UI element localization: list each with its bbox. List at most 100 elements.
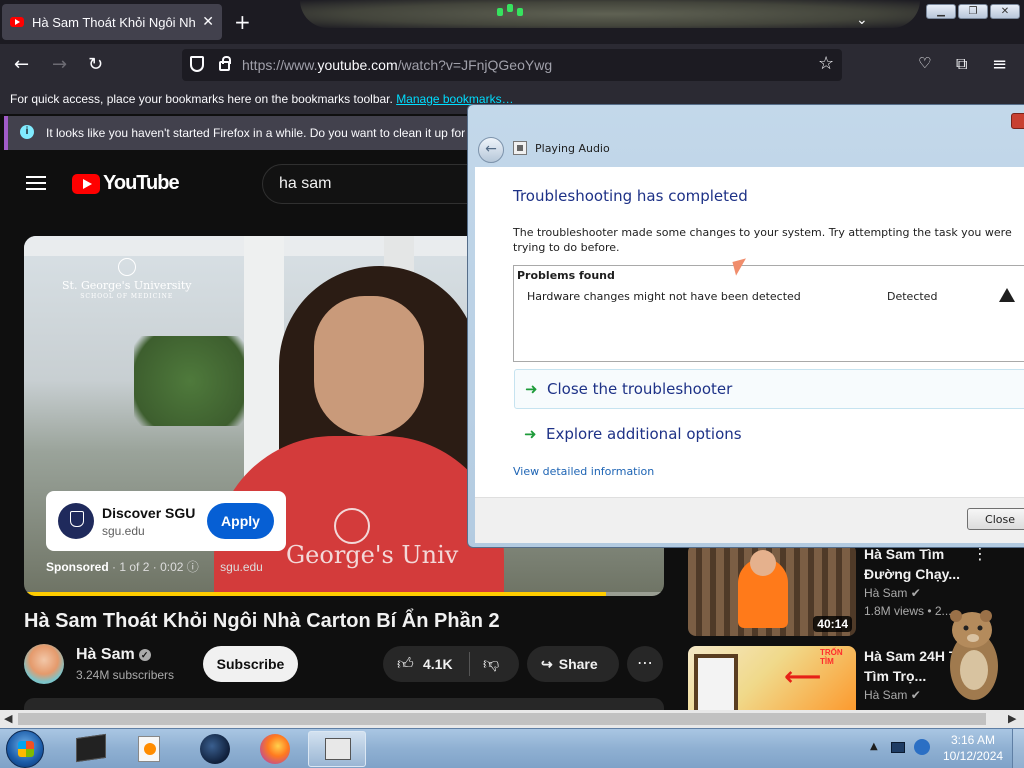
lock-icon[interactable] xyxy=(219,56,231,71)
back-arrow-icon[interactable]: ← xyxy=(14,54,29,75)
green-arrow-icon: ➜ xyxy=(525,380,538,398)
ad-title[interactable]: Discover SGU xyxy=(102,505,195,521)
taskbar-troubleshooter-icon[interactable] xyxy=(308,731,366,767)
troubleshooter-dialog: ← Playing Audio Troubleshooting has comp… xyxy=(467,104,1024,548)
warning-icon xyxy=(999,288,1015,302)
thumbnail-face xyxy=(750,550,776,576)
shirt-text: George's Univ xyxy=(286,541,459,569)
video-presenter-face xyxy=(314,296,424,436)
app-menu-icon[interactable]: ≡ xyxy=(992,54,1007,75)
clock-date[interactable]: 10/12/2024 xyxy=(943,749,1003,763)
sgu-logo-subtitle: SCHOOL OF MEDICINE xyxy=(80,293,174,300)
forward-arrow-icon[interactable]: → xyxy=(52,54,67,75)
close-troubleshooter-link[interactable]: ➜ Close the troubleshooter xyxy=(514,369,1024,409)
youtube-logo-icon[interactable] xyxy=(72,174,100,194)
subscribe-button[interactable]: Subscribe xyxy=(203,646,298,682)
reload-icon[interactable]: ↻ xyxy=(88,54,103,75)
ad-apply-button[interactable]: Apply xyxy=(207,503,274,539)
clock-time[interactable]: 3:16 AM xyxy=(951,733,995,747)
recommendation-thumbnail[interactable]: 40:14 xyxy=(688,544,856,636)
view-details-link[interactable]: View detailed information xyxy=(513,465,654,478)
video-duration: 40:14 xyxy=(813,616,852,632)
browser-tab-bar: Hà Sam Thoát Khỏi Ngôi Nhà C ✕ + ⌄ ▁ ❐ ✕ xyxy=(0,0,1024,44)
problems-found-title: Problems found xyxy=(517,269,615,282)
horizontal-scrollbar[interactable]: ◀ ▶ xyxy=(0,710,1024,728)
ad-card[interactable]: Discover SGU sgu.edu Apply xyxy=(46,491,286,551)
ad-url: sgu.edu xyxy=(102,524,145,538)
taskbar-firefox-icon[interactable] xyxy=(252,733,304,765)
verified-check-icon: ✔ xyxy=(910,586,921,600)
verified-check-icon: ✔ xyxy=(910,688,921,702)
info-icon: i xyxy=(20,125,34,139)
scroll-right-icon[interactable]: ▶ xyxy=(1008,712,1016,725)
volume-tray-icon[interactable] xyxy=(914,739,930,755)
sgu-logo: St. George's University SCHOOL OF MEDICI… xyxy=(62,258,192,302)
thumbs-down-icon[interactable]: 👎︎ xyxy=(483,654,499,674)
scrollbar-thumb[interactable] xyxy=(18,713,986,725)
like-count[interactable]: 4.1K xyxy=(423,656,453,672)
wallpaper-glow-icon xyxy=(497,4,527,18)
new-tab-button[interactable]: + xyxy=(234,10,251,34)
start-button[interactable] xyxy=(6,730,44,768)
taskbar: ▲ 3:16 AM 10/12/2024 xyxy=(0,728,1024,768)
ad-progress-bar[interactable] xyxy=(24,592,664,596)
dialog-footer: Close xyxy=(475,497,1024,543)
desktop-wallpaper-strip xyxy=(300,0,920,28)
list-all-tabs-icon[interactable]: ⌄ xyxy=(856,12,868,28)
thumbs-up-icon[interactable]: 👍︎ xyxy=(397,654,414,674)
back-arrow-icon[interactable]: ← xyxy=(478,137,504,163)
recommendation-title[interactable]: Hà Sam Tìm Đường Chạy... xyxy=(864,544,980,584)
university-seal-icon xyxy=(334,508,370,544)
sgu-crest-icon xyxy=(117,258,136,276)
tracking-protection-shield-icon[interactable] xyxy=(190,56,204,72)
url-bar[interactable]: https://www.youtube.com/watch?v=JFnjQGeo… xyxy=(182,49,842,81)
red-arrow-icon: ⟵ xyxy=(784,662,822,692)
ad-domain[interactable]: sgu.edu xyxy=(220,560,263,574)
notification-text: It looks like you haven't started Firefo… xyxy=(46,126,476,140)
restore-button[interactable]: ❐ xyxy=(958,4,988,19)
taskbar-terminal-icon[interactable] xyxy=(66,733,118,765)
dialog-close-x-button[interactable] xyxy=(1011,113,1024,129)
show-hidden-icons-icon[interactable]: ▲ xyxy=(870,741,878,752)
ad-position: 1 of 2 xyxy=(119,560,150,574)
channel-avatar[interactable] xyxy=(24,644,64,684)
sponsored-label: Sponsored xyxy=(46,560,109,574)
close-button[interactable]: Close xyxy=(967,508,1024,530)
problem-text: Hardware changes might not have been det… xyxy=(527,290,801,303)
tab-youtube[interactable]: Hà Sam Thoát Khỏi Ngôi Nhà C ✕ xyxy=(2,4,222,40)
problem-status: Detected xyxy=(887,290,938,303)
share-button[interactable]: ↪ Share xyxy=(527,646,619,682)
dialog-caption: Playing Audio xyxy=(535,142,610,155)
scroll-left-icon[interactable]: ◀ xyxy=(4,712,12,725)
windows-logo-icon xyxy=(18,741,34,757)
network-tray-icon[interactable] xyxy=(891,742,905,753)
dialog-body: Troubleshooting has completed The troubl… xyxy=(475,167,1024,497)
show-desktop-button[interactable] xyxy=(1012,729,1024,768)
like-divider xyxy=(469,652,470,676)
subscriber-count: 3.24M subscribers xyxy=(76,668,175,682)
ad-avatar xyxy=(58,503,94,539)
hamster-icon xyxy=(950,610,998,700)
extensions-icon[interactable]: ⧉ xyxy=(956,54,967,74)
url-text[interactable]: https://www.youtube.com/watch?v=JFnjQGeo… xyxy=(242,57,552,73)
share-arrow-icon: ↪ xyxy=(541,656,553,672)
youtube-logo-text[interactable]: YouTube xyxy=(103,172,180,195)
minimize-button[interactable]: ▁ xyxy=(926,4,956,19)
window-close-button[interactable]: ✕ xyxy=(990,4,1020,19)
recommendation-channel[interactable]: Hà Sam ✔ xyxy=(864,688,921,702)
ad-progress-fill xyxy=(24,592,607,596)
tab-close-icon[interactable]: ✕ xyxy=(202,14,214,30)
youtube-favicon-icon xyxy=(10,17,24,27)
explore-options-link[interactable]: ➜ Explore additional options xyxy=(514,415,1024,455)
pocket-icon[interactable]: ♡ xyxy=(918,54,931,72)
channel-name[interactable]: Hà Sam ✓ xyxy=(76,646,151,664)
bookmark-star-icon[interactable]: ☆ xyxy=(818,53,834,74)
hamburger-menu-icon[interactable] xyxy=(26,176,46,190)
recommendation-channel[interactable]: Hà Sam ✔ xyxy=(864,586,921,600)
taskbar-network-globe-icon[interactable] xyxy=(190,733,242,765)
browser-navigation-bar: ← → ↻ https://www.youtube.com/watch?v=JF… xyxy=(0,44,1024,86)
problem-row[interactable]: Hardware changes might not have been det… xyxy=(527,288,1024,303)
taskbar-media-player-icon[interactable] xyxy=(128,733,180,765)
more-actions-icon[interactable]: ⋯ xyxy=(627,646,663,682)
ad-info-icon[interactable]: ⓘ xyxy=(187,560,199,574)
